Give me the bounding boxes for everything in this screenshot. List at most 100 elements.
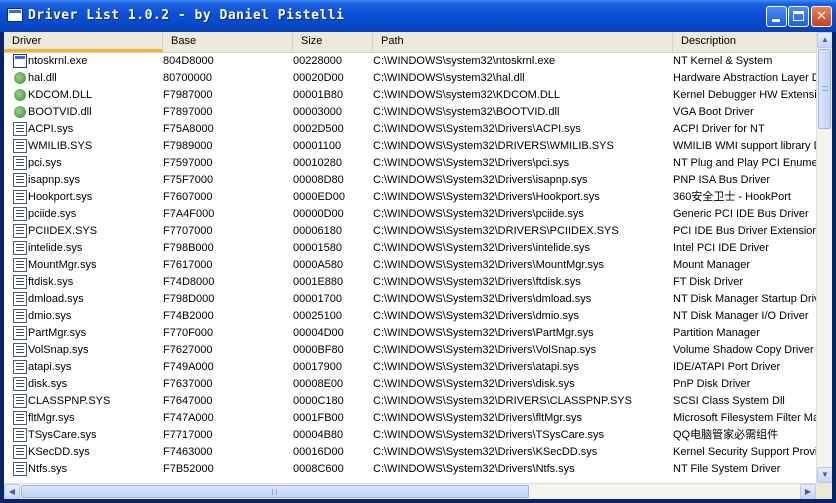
driver-name: ACPI.sys bbox=[28, 123, 74, 135]
driver-path: C:\WINDOWS\system32\KDCOM.DLL bbox=[373, 89, 561, 101]
driver-size: 00004B80 bbox=[293, 429, 344, 441]
table-row[interactable]: atapi.sys F749A000 00017900 C:\WINDOWS\Syst… bbox=[4, 359, 816, 376]
table-row[interactable]: hal.dll 80700000 00020D00 C:\WINDOWS\system… bbox=[4, 70, 816, 87]
table-row[interactable]: Hookport.sys F7607000 0000ED00 C:\WINDOWS\S… bbox=[4, 189, 816, 206]
driver-path: C:\WINDOWS\System32\Drivers\VolSnap.sys bbox=[373, 344, 597, 356]
table-row[interactable]: dmio.sys F74B2000 00025100 C:\WINDOWS\Syste… bbox=[4, 308, 816, 325]
driver-description: Generic PCI IDE Bus Driver bbox=[673, 208, 809, 220]
file-sys-icon bbox=[13, 275, 27, 289]
driver-size: 0001FB00 bbox=[293, 412, 344, 424]
driver-description: Hardware Abstraction Layer DLL bbox=[673, 72, 816, 84]
horizontal-scrollbar[interactable]: ◀ ▶ bbox=[4, 483, 816, 499]
window-title: Driver List 1.0.2 - by Daniel Pistelli bbox=[28, 8, 345, 23]
driver-name: PartMgr.sys bbox=[28, 327, 87, 339]
column-header-size[interactable]: Size bbox=[293, 32, 373, 52]
file-sys-icon bbox=[13, 445, 27, 459]
driver-base: F749A000 bbox=[163, 361, 214, 373]
table-row[interactable]: BOOTVID.dll F7897000 00003000 C:\WINDOWS\sy… bbox=[4, 104, 816, 121]
file-sys-icon bbox=[13, 394, 27, 408]
driver-base: F7647000 bbox=[163, 395, 213, 407]
driver-name: dmload.sys bbox=[28, 293, 84, 305]
driver-size: 00006180 bbox=[293, 225, 342, 237]
driver-path: C:\WINDOWS\System32\DRIVERS\WMILIB.SYS bbox=[373, 140, 614, 152]
table-row[interactable]: TSysCare.sys F7717000 00004B80 C:\WINDOWS\S… bbox=[4, 427, 816, 444]
column-header-description[interactable]: Description bbox=[673, 32, 816, 52]
scroll-down-button[interactable]: ▼ bbox=[817, 467, 832, 483]
file-sys-icon bbox=[13, 139, 27, 153]
vertical-scroll-thumb[interactable] bbox=[818, 49, 831, 129]
table-row[interactable]: VolSnap.sys F7627000 0000BF80 C:\WINDOWS\Sy… bbox=[4, 342, 816, 359]
table-row[interactable]: KSecDD.sys F7463000 00016D00 C:\WINDOWS\Sys… bbox=[4, 444, 816, 461]
driver-description: NT Disk Manager I/O Driver bbox=[673, 310, 809, 322]
driver-base: F798D000 bbox=[163, 293, 215, 305]
driver-path: C:\WINDOWS\System32\DRIVERS\CLASSPNP.SYS bbox=[373, 395, 632, 407]
column-header-path[interactable]: Path bbox=[373, 32, 673, 52]
driver-description: NT Disk Manager Startup Driver bbox=[673, 293, 816, 305]
table-row[interactable]: PartMgr.sys F770F000 00004D00 C:\WINDOWS\Sy… bbox=[4, 325, 816, 342]
driver-base: F7897000 bbox=[163, 106, 213, 118]
table-row[interactable]: KDCOM.DLL F7987000 00001B80 C:\WINDOWS\syst… bbox=[4, 87, 816, 104]
minimize-button[interactable] bbox=[766, 6, 787, 27]
driver-base: 804D8000 bbox=[163, 55, 214, 67]
table-row[interactable]: ntoskrnl.exe 804D8000 00228000 C:\WINDOWS\s… bbox=[4, 53, 816, 70]
scroll-up-button[interactable]: ▲ bbox=[817, 32, 832, 48]
driver-base: F7597000 bbox=[163, 157, 213, 169]
table-row[interactable]: PCIIDEX.SYS F7707000 00006180 C:\WINDOWS\Sy… bbox=[4, 223, 816, 240]
table-row[interactable]: fltMgr.sys F747A000 0001FB00 C:\WINDOWS\Sys… bbox=[4, 410, 816, 427]
driver-size: 0000ED00 bbox=[293, 191, 345, 203]
driver-path: C:\WINDOWS\System32\Drivers\Hookport.sys bbox=[373, 191, 600, 203]
file-sys-icon bbox=[13, 207, 27, 221]
table-row[interactable]: dmload.sys F798D000 00001700 C:\WINDOWS\Sys… bbox=[4, 291, 816, 308]
column-header-base[interactable]: Base bbox=[163, 32, 293, 52]
driver-path: C:\WINDOWS\System32\DRIVERS\PCIIDEX.SYS bbox=[373, 225, 619, 237]
scroll-right-button[interactable]: ▶ bbox=[800, 484, 816, 499]
table-row[interactable]: Ntfs.sys F7B52000 0008C600 C:\WINDOWS\Syste… bbox=[4, 461, 816, 478]
driver-size: 00001700 bbox=[293, 293, 342, 305]
column-header-driver[interactable]: Driver bbox=[4, 32, 163, 52]
app-window-icon[interactable] bbox=[7, 8, 23, 22]
title-bar[interactable]: Driver List 1.0.2 - by Daniel Pistelli ✕ bbox=[0, 0, 836, 32]
driver-name: WMILIB.SYS bbox=[28, 140, 93, 152]
driver-base: F75A8000 bbox=[163, 123, 214, 135]
driver-list-view[interactable]: Driver Base Size Path Description ntoskr… bbox=[4, 32, 832, 499]
driver-path: C:\WINDOWS\System32\Drivers\ftdisk.sys bbox=[373, 276, 581, 288]
table-row[interactable]: pci.sys F7597000 00010280 C:\WINDOWS\System… bbox=[4, 155, 816, 172]
maximize-button[interactable] bbox=[788, 6, 809, 27]
table-row[interactable]: isapnp.sys F75F7000 00008D80 C:\WINDOWS\Sys… bbox=[4, 172, 816, 189]
table-row[interactable]: CLASSPNP.SYS F7647000 0000C180 C:\WINDOWS\S… bbox=[4, 393, 816, 410]
close-button[interactable]: ✕ bbox=[811, 6, 832, 27]
driver-path: C:\WINDOWS\system32\hal.dll bbox=[373, 72, 525, 84]
table-row[interactable]: ftdisk.sys F74D8000 0001E880 C:\WINDOWS\Sys… bbox=[4, 274, 816, 291]
scroll-left-button[interactable]: ◀ bbox=[4, 484, 20, 499]
table-row[interactable]: ACPI.sys F75A8000 0002D500 C:\WINDOWS\Syste… bbox=[4, 121, 816, 138]
driver-path: C:\WINDOWS\System32\Drivers\PartMgr.sys bbox=[373, 327, 594, 339]
driver-path: C:\WINDOWS\System32\Drivers\KSecDD.sys bbox=[373, 446, 598, 458]
driver-size: 0002D500 bbox=[293, 123, 344, 135]
file-sys-icon bbox=[13, 258, 27, 272]
driver-name: fltMgr.sys bbox=[28, 412, 75, 424]
driver-size: 0000BF80 bbox=[293, 344, 344, 356]
driver-description: Mount Manager bbox=[673, 259, 751, 271]
table-row[interactable]: WMILIB.SYS F7989000 00001100 C:\WINDOWS\Sys… bbox=[4, 138, 816, 155]
driver-size: 0001E880 bbox=[293, 276, 344, 288]
driver-description: WMILIB WMI support library DLL bbox=[673, 140, 816, 152]
file-dll-icon bbox=[13, 88, 27, 102]
arrow-down-icon: ▼ bbox=[821, 470, 829, 479]
file-sys-icon bbox=[13, 462, 27, 476]
file-sys-icon bbox=[13, 190, 27, 204]
table-row[interactable]: pciide.sys F7A4F000 00000D00 C:\WINDOWS\Sys… bbox=[4, 206, 816, 223]
vertical-scrollbar[interactable]: ▲ ▼ bbox=[816, 32, 832, 483]
driver-path: C:\WINDOWS\System32\Drivers\disk.sys bbox=[373, 378, 575, 390]
arrow-left-icon: ◀ bbox=[8, 487, 16, 496]
driver-base: F7707000 bbox=[163, 225, 213, 237]
driver-size: 00004D00 bbox=[293, 327, 344, 339]
horizontal-scroll-thumb[interactable] bbox=[21, 485, 529, 498]
table-row[interactable]: intelide.sys F798B000 00001580 C:\WINDOWS\S… bbox=[4, 240, 816, 257]
driver-path: C:\WINDOWS\System32\Drivers\isapnp.sys bbox=[373, 174, 588, 186]
driver-name: atapi.sys bbox=[28, 361, 72, 373]
table-row[interactable]: disk.sys F7637000 00008E00 C:\WINDOWS\Syste… bbox=[4, 376, 816, 393]
driver-description: PNP ISA Bus Driver bbox=[673, 174, 770, 186]
driver-description: QQ电脑管家必需组件 bbox=[673, 429, 779, 441]
list-header: Driver Base Size Path Description bbox=[4, 32, 816, 53]
table-row[interactable]: MountMgr.sys F7617000 0000A580 C:\WINDOWS\S… bbox=[4, 257, 816, 274]
